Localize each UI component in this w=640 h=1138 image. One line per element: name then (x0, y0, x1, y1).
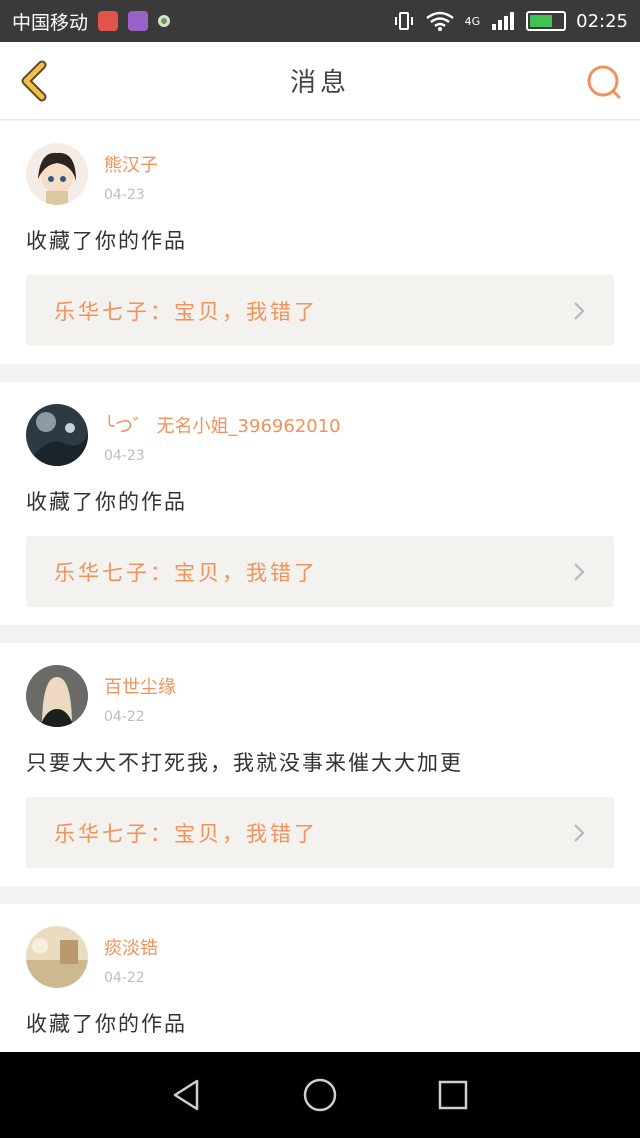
message-card: ╰つ゛ 无名小姐_396962010 04-23 收藏了你的作品 乐华七子：宝贝… (0, 382, 640, 625)
mail-app-icon (98, 11, 119, 31)
chevron-right-icon (574, 823, 585, 842)
message-date: 04-23 (104, 187, 145, 203)
message-date: 04-22 (104, 709, 145, 725)
square-recents-icon (439, 1080, 468, 1110)
username-link[interactable]: 百世尘缘 (104, 673, 176, 699)
system-nav-bar (0, 1052, 640, 1138)
work-title: 乐华七子：宝贝，我错了 (54, 821, 318, 846)
message-date: 04-23 (104, 448, 145, 464)
nav-back-button[interactable] (167, 1075, 207, 1115)
signal-icon (492, 12, 515, 30)
message-date: 04-22 (104, 970, 145, 986)
triangle-back-icon (173, 1079, 198, 1111)
avatar[interactable] (26, 926, 88, 988)
back-button[interactable] (16, 59, 56, 103)
gallery-app-icon (128, 11, 149, 31)
work-title: 乐华七子：宝贝，我错了 (54, 560, 318, 585)
avatar[interactable] (26, 665, 88, 727)
vibrate-icon (394, 12, 413, 30)
chevron-left-icon (21, 60, 47, 102)
message-text: 只要大大不打死我，我就没事来催大大加更 (26, 751, 463, 775)
work-link[interactable]: 乐华七子：宝贝，我错了 (26, 536, 614, 607)
battery-icon (526, 11, 567, 31)
message-text: 收藏了你的作品 (26, 1012, 187, 1036)
network-type-label: 4G (464, 14, 481, 28)
work-title: 乐华七子：宝贝，我错了 (54, 299, 318, 324)
clock: 02:25 (576, 10, 628, 32)
username-link[interactable]: 熊汉子 (104, 151, 158, 177)
carrier-label: 中国移动 (12, 11, 89, 34)
message-text: 收藏了你的作品 (26, 229, 187, 253)
avatar[interactable] (26, 404, 88, 466)
nav-home-button[interactable] (300, 1075, 340, 1115)
circle-home-icon (303, 1078, 337, 1112)
page-title: 消息 (289, 68, 350, 98)
message-card: 百世尘缘 04-22 只要大大不打死我，我就没事来催大大加更 乐华七子：宝贝，我… (0, 643, 640, 886)
status-bar: 中国移动 4G 02:25 (0, 0, 640, 42)
work-link[interactable]: 乐华七子：宝贝，我错了 (26, 797, 614, 868)
work-link[interactable]: 乐华七子：宝贝，我错了 (26, 275, 614, 346)
search-button[interactable] (584, 62, 624, 102)
app-notification-icon (158, 15, 171, 27)
message-card: 熊汉子 04-23 收藏了你的作品 乐华七子：宝贝，我错了 (0, 121, 640, 364)
wifi-icon (425, 11, 454, 31)
username-link[interactable]: ╰つ゛ 无名小姐_396962010 (104, 412, 341, 438)
chevron-right-icon (574, 301, 585, 320)
username-link[interactable]: 痰淡锆 (104, 934, 158, 960)
chevron-right-icon (574, 562, 585, 581)
nav-recents-button[interactable] (433, 1075, 473, 1115)
message-text: 收藏了你的作品 (26, 490, 187, 514)
message-card: 痰淡锆 04-22 收藏了你的作品 (0, 904, 640, 1056)
search-icon (587, 65, 621, 99)
app-header: 消息 (0, 42, 640, 120)
message-list: 熊汉子 04-23 收藏了你的作品 乐华七子：宝贝，我错了 ╰つ゛ 无名小姐_3… (0, 121, 640, 1074)
avatar[interactable] (26, 143, 88, 205)
